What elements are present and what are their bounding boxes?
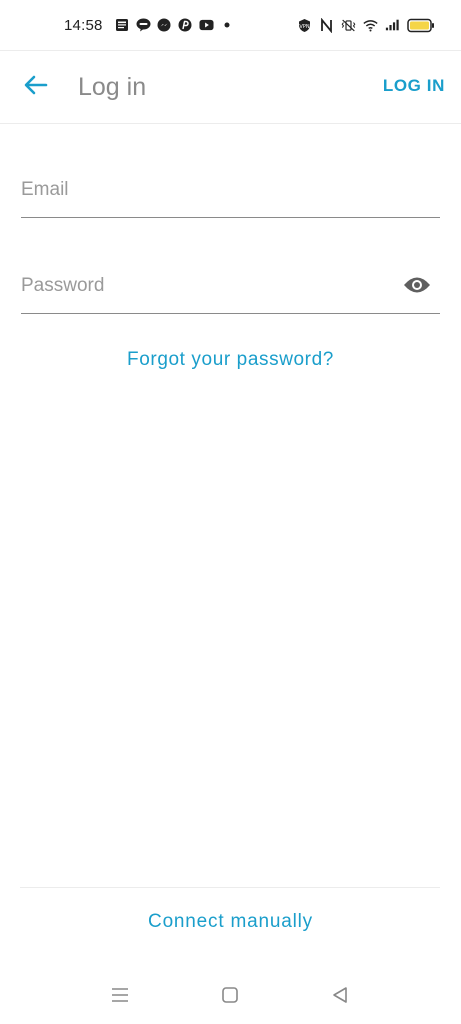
signal-icon	[385, 18, 400, 33]
home-button[interactable]	[217, 985, 243, 1009]
page-title: Log in	[78, 73, 147, 101]
battery-icon	[407, 18, 435, 33]
back-triangle-icon	[331, 986, 349, 1009]
system-icons: VPN	[297, 0, 435, 50]
notification-icons	[115, 18, 235, 33]
news-icon	[115, 18, 130, 33]
menu-icon	[110, 986, 130, 1009]
eye-icon	[403, 275, 431, 300]
pinterest-icon	[178, 18, 193, 33]
password-field[interactable]	[21, 262, 391, 310]
forgot-password-link[interactable]: Forgot your password?	[0, 349, 461, 371]
log-in-button[interactable]: LOG IN	[383, 76, 445, 96]
email-field[interactable]	[21, 166, 391, 214]
dot-icon	[220, 18, 235, 33]
show-password-toggle[interactable]	[402, 274, 432, 300]
arrow-back-icon	[24, 75, 48, 100]
home-icon	[221, 986, 239, 1009]
nfc-icon	[319, 17, 334, 33]
vibrate-icon	[341, 18, 356, 33]
recent-apps-button[interactable]	[107, 985, 133, 1009]
email-field-container	[21, 166, 440, 218]
connect-manually-button[interactable]: Connect manually	[0, 911, 461, 933]
messenger-icon	[157, 18, 172, 33]
vpn-icon: VPN	[297, 18, 312, 33]
line-icon	[136, 18, 151, 33]
wifi-icon	[363, 18, 378, 33]
system-nav-bar	[0, 975, 461, 1020]
status-time: 14:58	[64, 16, 103, 34]
app-bar-divider	[0, 123, 461, 124]
svg-text:VPN: VPN	[299, 24, 309, 30]
status-bar: 14:58 VPN	[0, 0, 461, 50]
back-button[interactable]	[18, 70, 54, 104]
footer-divider	[20, 887, 440, 888]
youtube-icon	[199, 18, 214, 33]
password-field-container	[21, 262, 440, 314]
nav-back-button[interactable]	[327, 985, 353, 1009]
app-bar: Log in LOG IN	[0, 51, 461, 123]
